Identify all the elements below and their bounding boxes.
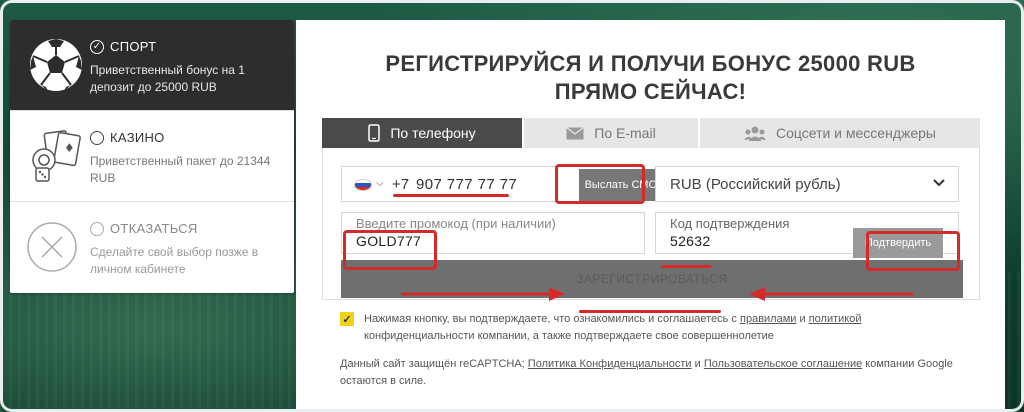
chevron-down-icon[interactable]	[932, 175, 946, 194]
currency-value: RUB (Российский рубль)	[670, 176, 841, 193]
tab-label: По телефону	[390, 125, 476, 141]
phone-icon	[368, 124, 381, 142]
consent-and: и	[796, 313, 809, 325]
arrow-right-icon	[401, 287, 565, 301]
tab-phone[interactable]: По телефону	[322, 118, 522, 148]
registration-panel: РЕГИСТРИРУЙСЯ И ПОЛУЧИ БОНУС 25000 RUB П…	[296, 20, 1005, 412]
recaptcha-and: и	[691, 358, 704, 370]
country-code: +7	[392, 176, 410, 193]
tab-social[interactable]: Соцсети и мессенджеры	[698, 118, 980, 148]
page-title: РЕГИСТРИРУЙСЯ И ПОЛУЧИ БОНУС 25000 RUB П…	[296, 50, 1005, 106]
terms-link[interactable]: Пользовательское соглашение	[704, 358, 862, 370]
tab-email[interactable]: По E-mail	[522, 118, 698, 148]
bonus-option-title: СПОРТ	[110, 39, 157, 54]
currency-select[interactable]: RUB (Российский рубль)	[655, 166, 959, 202]
confirm-input[interactable]: 52632	[670, 233, 710, 249]
privacy-policy-link[interactable]: Политика Конфиденциальности	[528, 358, 692, 370]
headline-line-1: РЕГИСТРИРУЙСЯ И ПОЛУЧИ БОНУС 25000 RUB	[385, 51, 916, 76]
rules-link[interactable]: правилами	[740, 313, 796, 325]
sms-highlight	[555, 164, 645, 204]
decline-x-icon	[27, 222, 77, 272]
phone-underline	[393, 194, 509, 197]
chevron-down-icon[interactable]: ⌵	[376, 178, 384, 189]
consent-text: Нажимая кнопку, вы подтверждаете, что оз…	[364, 311, 964, 345]
tab-label: По E-mail	[594, 125, 656, 141]
confirm-placeholder: Код подтверждения	[670, 216, 790, 231]
recaptcha-part-1: Данный сайт защищён reCAPTCHA;	[340, 358, 528, 370]
bonus-selector: ✓ СПОРТ Приветственный бонус на 1 депози…	[10, 20, 294, 293]
radio-circle-icon[interactable]	[90, 222, 104, 236]
consent-checkbox[interactable]: ✓	[340, 312, 354, 326]
bonus-option-sport[interactable]: ✓ СПОРТ Приветственный бонус на 1 депози…	[10, 20, 294, 111]
russia-flag-icon[interactable]	[354, 179, 372, 191]
confirm-underline	[661, 265, 711, 268]
soccer-ball-icon	[30, 39, 82, 91]
bonus-option-title: КАЗИНО	[110, 130, 165, 145]
bonus-option-desc: Приветственный бонус на 1 депозит до 250…	[90, 63, 245, 94]
bonus-option-title: ОТКАЗАТЬСЯ	[110, 221, 198, 236]
envelope-icon	[566, 126, 585, 140]
check-circle-icon[interactable]: ✓	[90, 40, 104, 54]
arrow-left-icon	[749, 287, 913, 301]
promo-highlight	[343, 230, 437, 270]
casino-cards-icon: ♦	[32, 130, 81, 182]
bonus-option-desc: Сделайте свой выбор позже в личном кабин…	[90, 245, 259, 276]
registration-form: ⌵ +7 907 777 77 77 Выслать СМС RUB (Росс…	[322, 148, 980, 313]
bonus-option-casino[interactable]: ♦ КАЗИНО Приветственный пакет до 21344 R…	[10, 111, 294, 202]
svg-text:♦: ♦	[64, 141, 75, 155]
tab-label: Соцсети и мессенджеры	[775, 125, 936, 141]
promo-placeholder: Введите промокод (при наличии)	[356, 216, 556, 231]
confirm-highlight	[866, 231, 960, 271]
bonus-option-desc: Приветственный пакет до 21344 RUB	[90, 154, 271, 185]
registration-tabs: По телефону По E-mail Соцсети и мессендж…	[322, 118, 980, 148]
policy-link[interactable]: политикой	[809, 313, 862, 325]
users-icon	[743, 126, 766, 141]
consent-part-1: Нажимая кнопку, вы подтверждаете, что оз…	[364, 313, 740, 325]
radio-circle-icon[interactable]	[90, 131, 104, 145]
phone-input[interactable]: 907 777 77 77	[416, 176, 517, 193]
recaptcha-notice: Данный сайт защищён reCAPTCHA; Политика …	[340, 356, 970, 390]
consent-part-2: конфиденциальности компании, а также под…	[364, 330, 774, 342]
headline-line-2: ПРЯМО СЕЙЧАС!	[554, 79, 747, 104]
bonus-option-decline[interactable]: ОТКАЗАТЬСЯ Сделайте свой выбор позже в л…	[10, 202, 294, 293]
